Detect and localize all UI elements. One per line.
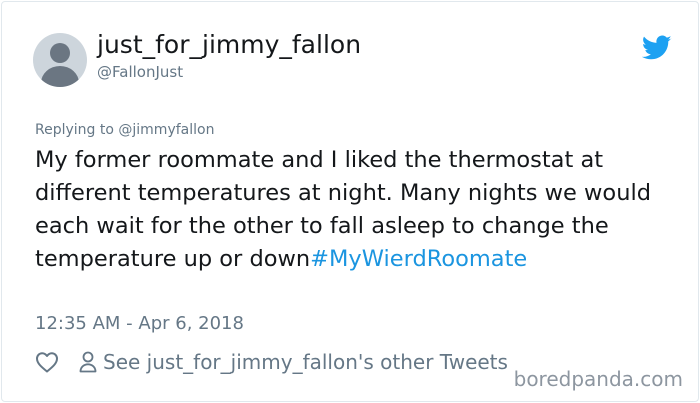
tweet-text: My former roommate and I liked the therm…	[35, 144, 675, 276]
reply-prefix: Replying to	[35, 122, 119, 138]
twitter-bird-icon[interactable]	[642, 35, 672, 61]
see-other-tweets-link[interactable]: See just_for_jimmy_fallon's other Tweets	[103, 350, 508, 374]
author-display-name[interactable]: just_for_jimmy_fallon	[97, 30, 361, 59]
avatar-head-shape	[50, 43, 70, 63]
heart-icon[interactable]	[35, 351, 59, 373]
avatar-body-shape	[41, 66, 79, 87]
reply-to-handle[interactable]: @jimmyfallon	[118, 122, 214, 138]
avatar[interactable]	[33, 33, 87, 87]
tweet-card: just_for_jimmy_fallon @FallonJust Replyi…	[1, 1, 699, 402]
author-handle[interactable]: @FallonJust	[97, 63, 183, 81]
tweet-footer: See just_for_jimmy_fallon's other Tweets	[35, 347, 508, 377]
tweet-timestamp[interactable]: 12:35 AM - Apr 6, 2018	[35, 313, 244, 334]
reply-context: Replying to @jimmyfallon	[35, 122, 214, 138]
person-icon	[79, 351, 97, 373]
watermark-text: boredpanda.com	[513, 367, 683, 391]
tweet-hashtag[interactable]: #MyWierdRoomate	[310, 246, 527, 272]
